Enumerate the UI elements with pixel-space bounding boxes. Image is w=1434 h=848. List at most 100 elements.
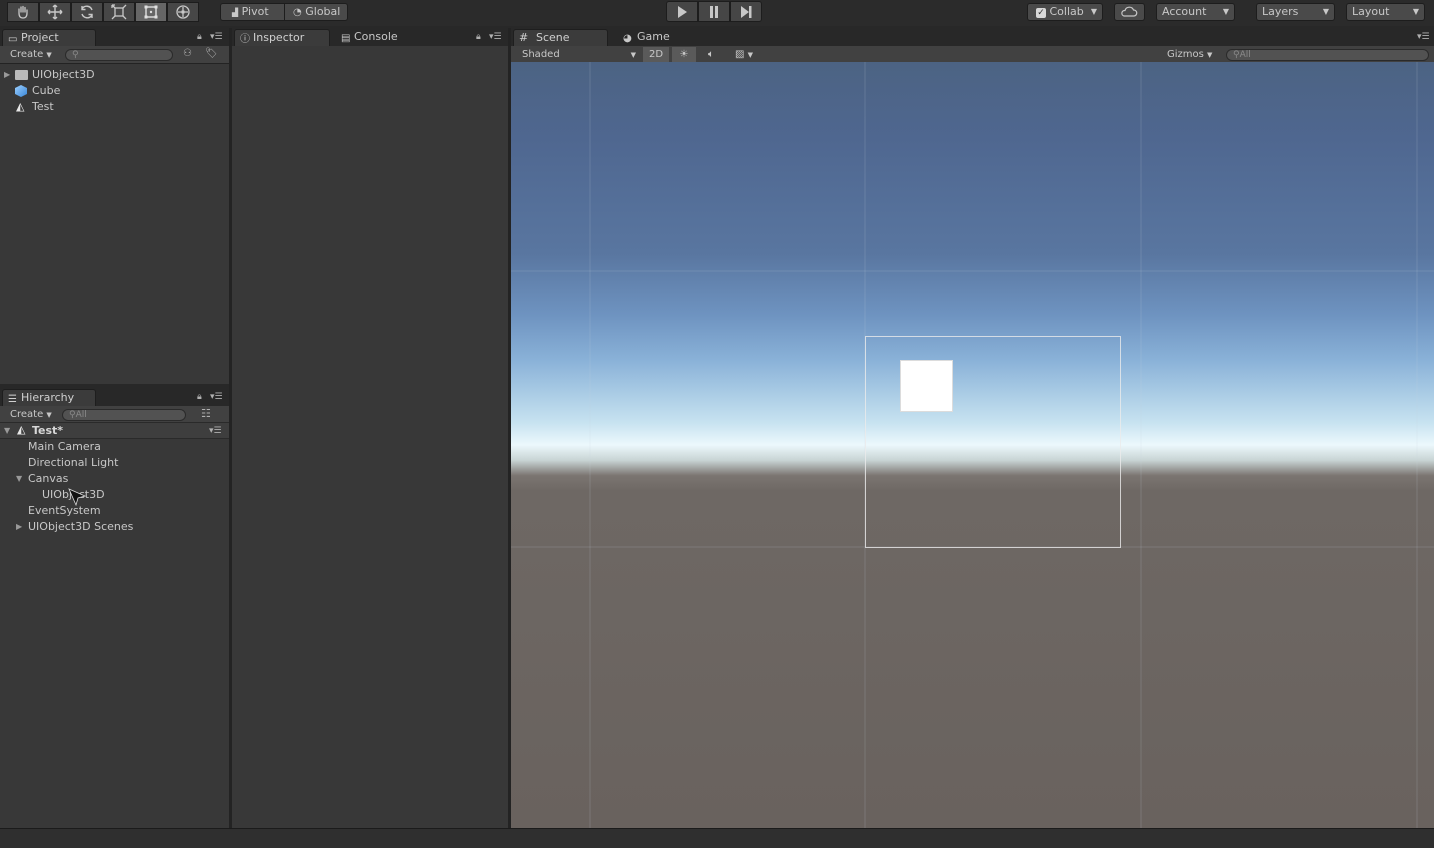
lock-icon[interactable]: 🔒︎ [476, 32, 481, 42]
label-tag-icon[interactable]: 🏷︎ [205, 48, 218, 59]
scene-visibility-icon[interactable]: ☷ [201, 407, 211, 420]
transform-tool-button[interactable] [167, 2, 199, 22]
rotate-icon [81, 5, 93, 19]
layers-dropdown[interactable]: Layers ▼ [1256, 3, 1335, 21]
audio-toggle[interactable]: 🔈︎ [699, 47, 723, 63]
play-icon [678, 5, 687, 18]
tab-scene-label: Scene [536, 31, 570, 44]
hierarchy-item-eventsystem[interactable]: EventSystem [0, 503, 229, 519]
panel-menu-icon[interactable]: ▾☰ [210, 392, 223, 402]
chevron-down-icon: ▼ [46, 51, 52, 59]
list-icon: ☰ [8, 394, 17, 405]
global-label: Global [305, 5, 341, 18]
hierarchy-item-directional-light[interactable]: Directional Light [0, 455, 229, 471]
search-icon: ⚲ [69, 410, 76, 420]
move-tool-button[interactable] [39, 2, 71, 22]
project-item-test[interactable]: ◭ Test [0, 99, 229, 115]
tab-inspector-label: Inspector [253, 31, 305, 44]
create-label: Create [10, 49, 44, 60]
scene-viewport[interactable] [511, 62, 1434, 828]
search-placeholder: All [75, 410, 87, 420]
layers-label: Layers [1262, 5, 1299, 18]
chevron-down-icon: ▼ [1322, 7, 1329, 16]
expand-arrow-icon[interactable]: ▶ [16, 519, 22, 535]
collab-dropdown[interactable]: ✓ Collab ▼ [1027, 3, 1103, 21]
project-search-input[interactable]: ⚲ [65, 49, 173, 61]
project-item-label: UIObject3D [32, 68, 95, 81]
hierarchy-search-input[interactable]: ⚲All [62, 409, 186, 421]
project-item-cube[interactable]: Cube [0, 83, 229, 99]
tab-console[interactable]: ▤ Console [336, 29, 416, 46]
global-toggle[interactable]: ◔ Global [284, 3, 348, 21]
speaker-icon: 🔈︎ [708, 49, 714, 60]
collab-label: Collab [1049, 5, 1084, 18]
step-button[interactable] [730, 1, 762, 22]
project-item-label: Test [32, 100, 54, 113]
panel-menu-icon[interactable]: ▾☰ [1417, 32, 1430, 42]
prefab-cube-icon [15, 85, 27, 97]
layout-label: Layout [1352, 5, 1390, 18]
rect-tool-button[interactable] [135, 2, 167, 22]
lighting-toggle[interactable]: ☀ [672, 47, 696, 63]
hand-tool-button[interactable] [7, 2, 39, 22]
gizmos-dropdown[interactable]: Gizmos ▼ [1163, 47, 1219, 63]
chevron-down-icon: ▼ [630, 51, 636, 59]
collapse-arrow-icon[interactable]: ▼ [4, 423, 10, 439]
chevron-down-icon: ▼ [1412, 7, 1419, 16]
collapse-arrow-icon[interactable]: ▼ [16, 471, 22, 487]
search-icon: ⚲ [1233, 50, 1240, 60]
layout-dropdown[interactable]: Layout ▼ [1346, 3, 1425, 21]
filter-type-icon[interactable]: ⚇ [183, 48, 192, 59]
tab-game[interactable]: ◕ Game [615, 29, 685, 46]
hierarchy-panel: ☰ Hierarchy 🔒︎ ▾☰ Create ▼ ⚲All ☷ ▼ ◭ Te… [0, 388, 229, 828]
rect-transform-icon [144, 5, 158, 19]
pivot-toggle[interactable]: ▟ Pivot [220, 3, 285, 21]
project-create-dropdown[interactable]: Create ▼ [6, 47, 52, 63]
lock-icon[interactable]: 🔒︎ [197, 392, 202, 402]
account-dropdown[interactable]: Account ▼ [1156, 3, 1235, 21]
chevron-down-icon: ▼ [1207, 51, 1213, 59]
rotate-tool-button[interactable] [71, 2, 103, 22]
ui-object-image[interactable] [900, 360, 953, 412]
hierarchy-create-dropdown[interactable]: Create ▼ [6, 407, 52, 423]
scale-tool-button[interactable] [103, 2, 135, 22]
tab-hierarchy[interactable]: ☰ Hierarchy [2, 389, 96, 406]
hand-icon [18, 5, 28, 19]
hierarchy-item-main-camera[interactable]: Main Camera [0, 439, 229, 455]
main-toolbar: ▟ Pivot ◔ Global ✓ Collab ▼ Account ▼ La… [0, 0, 1434, 26]
expand-arrow-icon[interactable]: ▶ [4, 67, 10, 83]
lock-icon[interactable]: 🔒︎ [197, 32, 202, 42]
pause-button[interactable] [698, 1, 730, 22]
project-item-uiobject3d[interactable]: ▶ UIObject3D [0, 67, 229, 83]
search-icon: ⚲ [72, 50, 79, 60]
cloud-icon [1121, 6, 1138, 17]
shading-mode-dropdown[interactable]: Shaded ▼ [518, 47, 636, 63]
scene-tabbar: # Scene ◕ Game ▾☰ [511, 28, 1434, 46]
effects-dropdown[interactable]: ▨ ▼ [727, 47, 761, 63]
panel-menu-icon[interactable]: ▾☰ [489, 32, 502, 42]
hierarchy-item-label: Canvas [28, 472, 69, 485]
scene-search-input[interactable]: ⚲All [1226, 49, 1429, 61]
2d-toggle[interactable]: 2D [643, 47, 669, 63]
scene-menu-icon[interactable]: ▾☰ [209, 423, 222, 439]
pause-icon [710, 5, 718, 18]
tab-inspector[interactable]: ⓘ Inspector [234, 29, 330, 46]
tab-scene[interactable]: # Scene [513, 29, 608, 46]
tab-project[interactable]: ▭ Project [2, 29, 96, 46]
hierarchy-scene-row[interactable]: ▼ ◭ Test* ▾☰ [0, 422, 229, 439]
shading-mode-label: Shaded [522, 49, 560, 60]
play-button[interactable] [666, 1, 698, 22]
hierarchy-item-uiobject3d[interactable]: UIObject3D [0, 487, 229, 503]
step-icon [741, 5, 752, 18]
unity-scene-icon: ◭ [16, 100, 25, 113]
scale-icon [111, 4, 127, 20]
move-icon [47, 4, 63, 20]
scene-name-label: Test* [32, 424, 64, 437]
console-icon: ▤ [341, 33, 351, 44]
panel-menu-icon[interactable]: ▾☰ [210, 32, 223, 42]
pivot-label: Pivot [241, 5, 269, 18]
hierarchy-item-uiobject3d-scenes[interactable]: ▶ UIObject3D Scenes [0, 519, 229, 535]
cloud-button[interactable] [1114, 3, 1145, 21]
hierarchy-item-canvas[interactable]: ▼ Canvas [0, 471, 229, 487]
transform-icon [176, 5, 190, 19]
